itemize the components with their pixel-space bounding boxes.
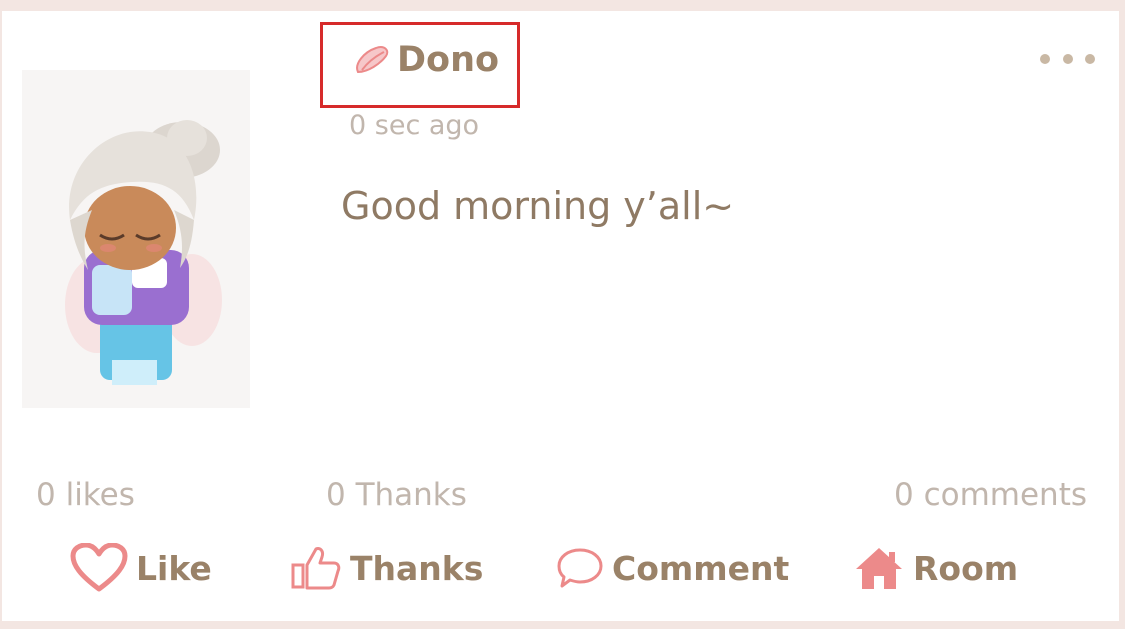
thanks-count[interactable]: 0 Thanks	[326, 477, 467, 513]
likes-count[interactable]: 0 likes	[36, 477, 135, 513]
like-label: Like	[136, 548, 212, 588]
avatar-character-image	[65, 120, 222, 385]
house-icon	[856, 548, 902, 589]
room-label: Room	[913, 548, 1019, 588]
more-dot	[1040, 54, 1050, 64]
more-options-icon[interactable]	[1040, 48, 1095, 70]
comment-label: Comment	[612, 548, 790, 588]
post-text: Good morning y’all~	[341, 184, 735, 228]
thumbs-up-icon	[291, 547, 341, 590]
heart-icon	[70, 543, 128, 592]
more-dot	[1062, 54, 1073, 64]
thanks-button[interactable]: Thanks	[290, 540, 483, 596]
room-button[interactable]: Room	[853, 540, 1018, 596]
more-dot	[1085, 54, 1095, 64]
speech-bubble-icon	[557, 548, 603, 588]
post-timestamp: 0 sec ago	[349, 110, 480, 141]
comments-count[interactable]: 0 comments	[894, 477, 1087, 513]
like-button[interactable]: Like	[70, 540, 212, 596]
username[interactable]: Dono	[397, 40, 499, 80]
comment-button[interactable]: Comment	[556, 540, 789, 596]
avatar[interactable]	[22, 70, 250, 408]
badge-icon	[356, 46, 389, 74]
thanks-label: Thanks	[350, 548, 484, 588]
